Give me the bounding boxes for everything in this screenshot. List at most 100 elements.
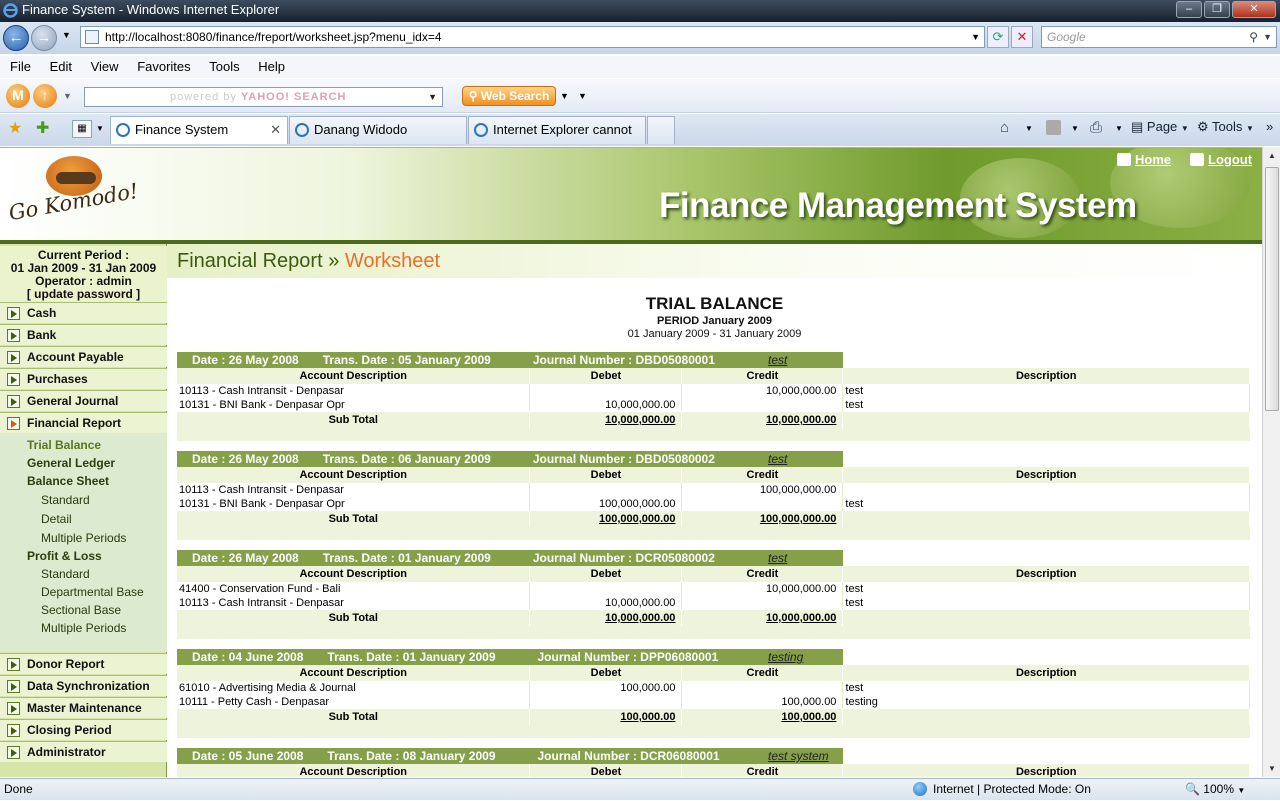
submenu-trial-balance[interactable]: Trial Balance <box>27 438 101 452</box>
maximize-button[interactable]: ❐ <box>1204 1 1230 18</box>
search-input[interactable]: Google ⚲ ▼ <box>1041 26 1277 48</box>
toolbar-overflow-icon[interactable]: » <box>1266 118 1273 136</box>
submenu-balance-sheet[interactable]: Balance Sheet <box>27 474 109 488</box>
favorites-star-icon[interactable]: ★ <box>8 118 22 138</box>
menu-closing-period[interactable]: Closing Period <box>0 719 167 740</box>
menu-tools[interactable]: Tools <box>209 56 239 77</box>
page-menu[interactable]: ▤ Page ▼ <box>1131 118 1189 138</box>
menu-administrator[interactable]: Administrator <box>0 741 167 762</box>
vertical-scrollbar[interactable]: ▲ ▼ <box>1262 147 1280 777</box>
quick-tabs-icon[interactable]: ▦ <box>72 120 92 138</box>
home-dropdown-icon[interactable]: ▼ <box>1025 124 1033 133</box>
new-tab-button[interactable] <box>647 116 675 144</box>
menu-view[interactable]: View <box>91 56 119 77</box>
menu-cash[interactable]: Cash <box>0 302 167 323</box>
menu-account-payable[interactable]: Account Payable <box>0 346 167 367</box>
tab-danang-widodo[interactable]: Danang Widodo <box>289 116 467 144</box>
gap-cell <box>177 428 1250 441</box>
submenu-pl-sectional-base[interactable]: Sectional Base <box>41 603 121 617</box>
menu-bank[interactable]: Bank <box>0 324 167 345</box>
yahoo-search-dropdown-icon[interactable]: ▼ <box>428 88 438 106</box>
close-window-button[interactable]: ✕ <box>1232 1 1276 18</box>
col-debet: Debet <box>529 665 683 681</box>
zoom-level[interactable]: 🔍 100% ▼ <box>1185 779 1245 801</box>
menu-label: Closing Period <box>27 723 112 737</box>
refresh-button[interactable]: ⟳ <box>987 26 1009 48</box>
journal-note-link[interactable]: test <box>768 353 787 367</box>
home-link[interactable]: Home <box>1117 152 1171 167</box>
messenger-icon[interactable]: M <box>6 84 30 108</box>
yahoo-menu-dropdown-icon[interactable]: ▼ <box>63 91 72 101</box>
journal-number: Journal Number : DBD05080002 <box>532 452 715 466</box>
menu-purchases[interactable]: Purchases <box>0 368 167 389</box>
minimize-button[interactable]: – <box>1176 1 1202 18</box>
web-search-dropdown-icon[interactable]: ▼ <box>560 91 569 101</box>
scroll-thumb[interactable] <box>1265 167 1279 411</box>
tab-list-dropdown-icon[interactable]: ▼ <box>96 124 104 133</box>
journal-header-info: Date : 26 May 2008 Trans. Date : 01 Janua… <box>177 550 843 566</box>
toolbar-options-dropdown-icon[interactable]: ▼ <box>578 91 587 101</box>
menu-general-journal[interactable]: General Journal <box>0 390 167 411</box>
back-button[interactable]: ← <box>3 25 29 51</box>
menu-master-maintenance[interactable]: Master Maintenance <box>0 697 167 718</box>
recent-pages-dropdown-icon[interactable]: ▼ <box>62 30 71 40</box>
menu-data-synchronization[interactable]: Data Synchronization <box>0 675 167 696</box>
cell-credit <box>681 497 844 511</box>
menu-donor-report[interactable]: Donor Report <box>0 653 167 674</box>
submenu-general-ledger[interactable]: General Ledger <box>27 456 115 470</box>
submenu-pl-standard[interactable]: Standard <box>41 567 90 581</box>
submenu-bs-multiple-periods[interactable]: Multiple Periods <box>41 531 126 545</box>
print-icon[interactable]: ⎙ <box>1090 119 1102 136</box>
web-search-button[interactable]: ⚲ Web Search <box>462 86 556 106</box>
submenu-pl-departmental-base[interactable]: Departmental Base <box>41 585 144 599</box>
yahoo-search-input[interactable]: powered by YAHOO! SEARCH ▼ <box>84 87 443 107</box>
address-field[interactable]: http://localhost:8080/finance/freport/wo… <box>80 26 985 48</box>
feeds-dropdown-icon[interactable]: ▼ <box>1071 124 1079 133</box>
home-icon[interactable]: ⌂ <box>1000 119 1009 136</box>
submenu-bs-standard[interactable]: Standard <box>41 493 90 507</box>
security-zone[interactable]: Internet | Protected Mode: On <box>913 779 1091 800</box>
scroll-up-icon[interactable]: ▲ <box>1263 147 1280 164</box>
tools-menu[interactable]: ⚙ Tools ▼ <box>1197 118 1254 138</box>
menu-help[interactable]: Help <box>258 56 285 77</box>
update-password-link[interactable]: [ update password ] <box>0 288 167 301</box>
menu-favorites[interactable]: Favorites <box>137 56 190 77</box>
add-favorite-icon[interactable]: ✚ <box>36 118 49 138</box>
cell-account: 10131 - BNI Bank - Denpasar Opr <box>177 497 531 511</box>
journal-note-link[interactable]: test <box>768 551 787 565</box>
stop-button[interactable]: ✕ <box>1011 26 1033 48</box>
address-dropdown-icon[interactable]: ▼ <box>971 27 980 47</box>
search-dropdown-icon[interactable]: ▼ <box>1263 27 1272 47</box>
journal-note-link[interactable]: testing <box>768 650 803 664</box>
tab-ie-cannot-display[interactable]: Internet Explorer cannot di... <box>468 116 646 163</box>
submenu-bs-detail[interactable]: Detail <box>41 512 72 526</box>
tab-ie-icon <box>474 123 488 137</box>
col-account-description: Account Description <box>177 467 531 483</box>
journal-note-link[interactable]: test <box>768 452 787 466</box>
logout-link[interactable]: Logout <box>1190 152 1252 167</box>
col-debet: Debet <box>529 368 683 384</box>
zoom-icon: 🔍 <box>1185 782 1200 796</box>
close-tab-icon[interactable]: ✕ <box>270 117 281 143</box>
subtotal-label: Sub Total <box>177 709 531 725</box>
tab-finance-system[interactable]: Finance System ✕ <box>110 116 288 144</box>
col-account-description: Account Description <box>177 566 531 582</box>
submenu-profit-loss[interactable]: Profit & Loss <box>27 549 102 563</box>
yahoo-up-icon[interactable]: ↑ <box>33 84 57 108</box>
col-debet: Debet <box>529 566 683 582</box>
scroll-down-icon[interactable]: ▼ <box>1263 760 1280 777</box>
menu-financial-report[interactable]: Financial Report <box>0 412 167 433</box>
submenu-pl-multiple-periods[interactable]: Multiple Periods <box>41 621 126 635</box>
menu-file[interactable]: File <box>10 56 31 77</box>
col-credit: Credit <box>681 566 844 582</box>
table-row: 10113 - Cash Intransit - Denpasar 10,000,… <box>177 384 1250 398</box>
journal-note-link[interactable]: test system <box>768 749 829 763</box>
menu-label: Financial Report <box>27 416 122 430</box>
forward-button[interactable]: → <box>31 25 57 51</box>
print-dropdown-icon[interactable]: ▼ <box>1115 124 1123 133</box>
main-panel: Financial Report » Worksheet TRIAL BALAN… <box>167 244 1262 777</box>
menu-edit[interactable]: Edit <box>50 56 72 77</box>
feeds-icon[interactable] <box>1046 120 1061 135</box>
cell-debet: 10,000,000.00 <box>529 398 683 412</box>
search-icon[interactable]: ⚲ <box>1249 27 1258 47</box>
